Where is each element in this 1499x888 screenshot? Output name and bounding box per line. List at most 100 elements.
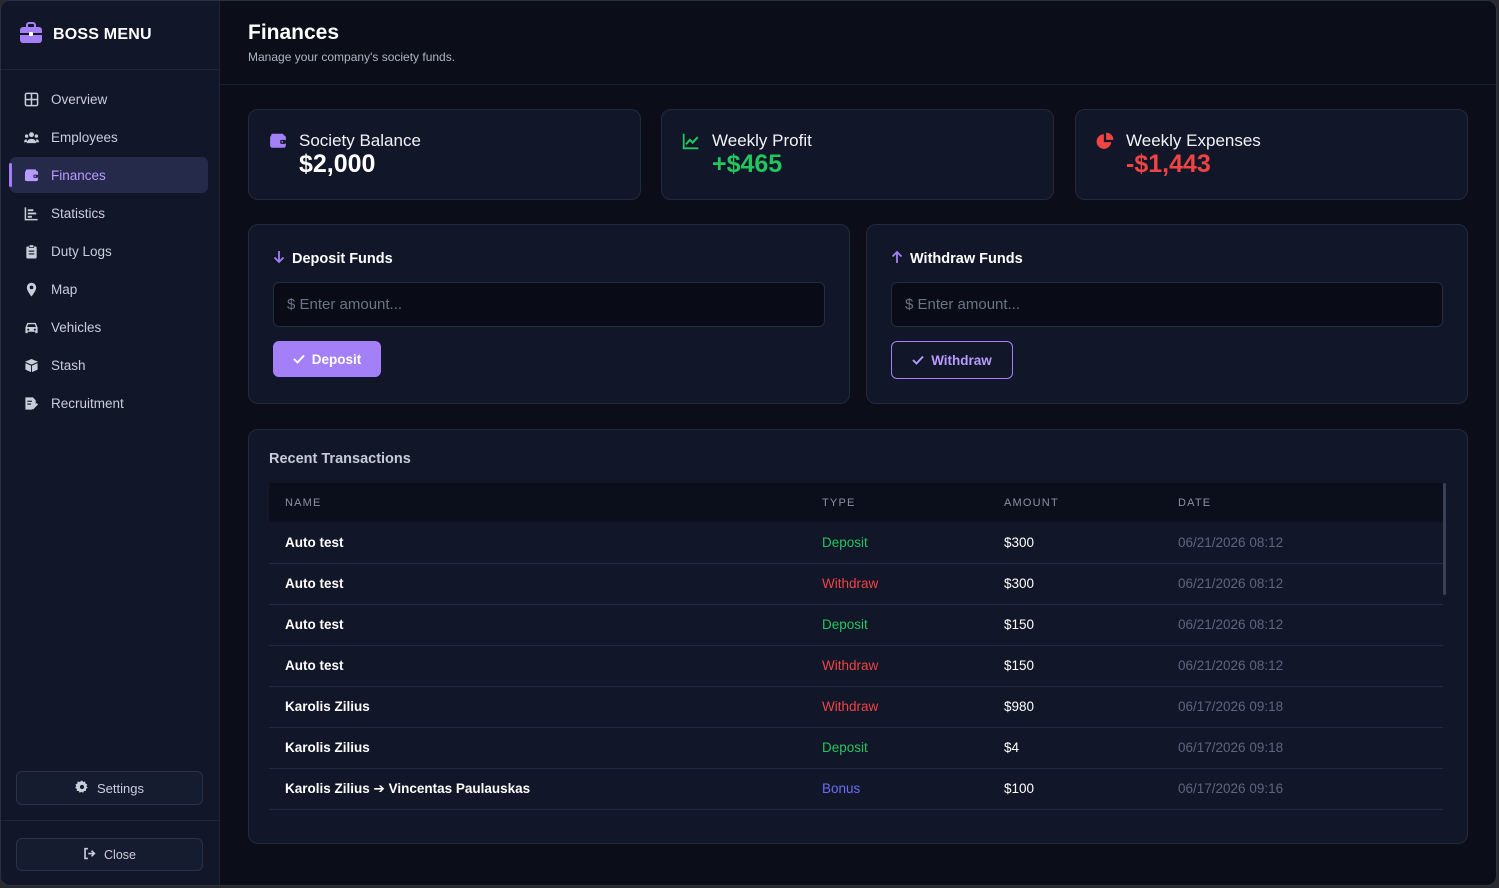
check-icon: [912, 353, 924, 368]
gear-icon: [75, 779, 89, 797]
column-header-name: NAME: [285, 496, 322, 509]
sidebar-item-label: Vehicles: [51, 319, 102, 335]
clipboard-icon: [23, 243, 39, 259]
sidebar-item-label: Duty Logs: [51, 243, 112, 259]
cell-amount: $150: [1004, 617, 1035, 632]
withdraw-title: Withdraw Funds: [891, 250, 1023, 268]
sidebar-item-employees[interactable]: Employees: [10, 119, 208, 155]
pie-chart-icon: [1096, 132, 1114, 150]
sidebar-item-label: Recruitment: [51, 395, 124, 411]
sidebar-item-vehicles[interactable]: Vehicles: [10, 309, 208, 345]
cell-date: 06/21/2026 08:12: [1178, 534, 1284, 550]
cell-type: Withdraw: [822, 658, 879, 673]
cell-amount: $150: [1004, 658, 1035, 673]
stat-value: +$465: [712, 150, 783, 178]
cell-date: 06/17/2026 09:18: [1178, 740, 1284, 755]
stat-label: Weekly Expenses: [1126, 131, 1261, 150]
sidebar-item-duty-logs[interactable]: Duty Logs: [10, 233, 208, 269]
column-header-date: DATE: [1178, 496, 1212, 509]
sidebar-item-stash[interactable]: Stash: [10, 347, 208, 383]
table-row: Auto test Withdraw $150 06/21/2026 08:12: [269, 645, 1443, 686]
cell-name: Auto test: [285, 534, 344, 550]
table-row: Karolis Zilius Withdraw $980 06/17/2026 …: [269, 686, 1443, 727]
map-pin-icon: [23, 281, 39, 297]
cell-date: 06/21/2026 08:12: [1178, 617, 1284, 632]
cell-name: Auto test: [285, 617, 344, 632]
file-signature-icon: [23, 395, 39, 411]
car-icon: [23, 319, 39, 335]
bar-chart-icon: [23, 205, 39, 221]
withdraw-button[interactable]: Withdraw: [891, 341, 1013, 379]
sidebar-item-label: Overview: [51, 91, 108, 107]
cell-date: 06/17/2026 09:16: [1178, 781, 1284, 796]
cell-type: Withdraw: [822, 576, 879, 591]
deposit-button-label: Deposit: [311, 351, 362, 367]
table-row: Auto test Withdraw $300 06/21/2026 08:12: [269, 563, 1443, 604]
stat-card-weekly-expenses: Weekly Expenses -$1,443: [1075, 109, 1468, 200]
stat-card-weekly-profit: Weekly Profit +$465: [661, 109, 1054, 200]
sidebar-item-label: Map: [51, 281, 78, 297]
sign-out-icon: [83, 847, 96, 863]
table-row: Karolis Zilius Deposit $4 06/17/2026 09:…: [269, 727, 1443, 768]
sidebar: BOSS MENU Overview Employees Finances St…: [1, 1, 220, 885]
cell-amount: $300: [1004, 534, 1035, 550]
deposit-button[interactable]: Deposit: [273, 341, 381, 377]
arrow-down-icon: [273, 250, 285, 268]
trend-up-icon: [682, 132, 700, 150]
table-scrollbar[interactable]: [1443, 483, 1446, 595]
withdraw-title-text: Withdraw Funds: [910, 251, 1023, 267]
settings-button[interactable]: Settings: [16, 771, 203, 805]
check-icon: [293, 352, 305, 367]
arrow-up-icon: [891, 250, 903, 268]
cell-type: Bonus: [822, 781, 861, 796]
box-icon: [23, 357, 39, 373]
column-header-type: TYPE: [822, 496, 856, 509]
cell-type: Deposit: [822, 534, 868, 550]
withdraw-amount-input[interactable]: [891, 282, 1443, 327]
sidebar-item-label: Finances: [51, 167, 106, 183]
stat-value: -$1,443: [1126, 150, 1211, 178]
recent-transactions-card: Recent Transactions NAME TYPE AMOUNT DAT…: [248, 429, 1468, 844]
cell-date: 06/21/2026 08:12: [1178, 658, 1284, 673]
sidebar-item-map[interactable]: Map: [10, 271, 208, 307]
transactions-table-scroll[interactable]: NAME TYPE AMOUNT DATE Auto test Deposit …: [269, 483, 1447, 813]
cell-amount: $300: [1004, 576, 1035, 591]
deposit-amount-input[interactable]: [273, 282, 825, 327]
sidebar-item-statistics[interactable]: Statistics: [10, 195, 208, 231]
cell-date: 06/17/2026 09:18: [1178, 699, 1284, 714]
brand: BOSS MENU: [1, 1, 219, 70]
sidebar-divider: [1, 820, 219, 821]
stat-label: Weekly Profit: [712, 131, 812, 150]
sidebar-item-label: Employees: [51, 129, 118, 145]
transactions-table: NAME TYPE AMOUNT DATE Auto test Deposit …: [269, 483, 1443, 810]
wallet-icon: [23, 167, 39, 183]
stat-value: $2,000: [299, 150, 376, 178]
table-row: Karolis Zilius ➔ Vincentas Paulauskas Bo…: [269, 768, 1443, 809]
briefcase-icon: [19, 21, 43, 49]
sidebar-item-overview[interactable]: Overview: [10, 81, 208, 117]
cell-amount: $980: [1004, 699, 1035, 714]
cell-name: Karolis Zilius ➔ Vincentas Paulauskas: [285, 780, 531, 796]
cell-name: Auto test: [285, 576, 344, 591]
transactions-title: Recent Transactions: [269, 451, 411, 467]
cell-name: Auto test: [285, 658, 344, 673]
table-header-row: NAME TYPE AMOUNT DATE: [269, 483, 1443, 522]
sidebar-item-finances[interactable]: Finances: [9, 157, 208, 193]
deposit-card: Deposit Funds Deposit: [248, 224, 850, 404]
brand-title: BOSS MENU: [53, 26, 152, 43]
cell-type: Withdraw: [822, 699, 879, 714]
page-subtitle: Manage your company's society funds.: [248, 50, 456, 64]
close-button[interactable]: Close: [16, 838, 203, 871]
stat-card-society-balance: Society Balance $2,000: [248, 109, 641, 200]
wallet-icon: [269, 132, 287, 150]
cell-name: Karolis Zilius: [285, 699, 370, 714]
grid-icon: [23, 91, 39, 107]
cell-name: Karolis Zilius: [285, 740, 370, 755]
cell-type: Deposit: [822, 740, 868, 755]
cell-type: Deposit: [822, 617, 868, 632]
cell-amount: $4: [1004, 740, 1020, 755]
sidebar-item-recruitment[interactable]: Recruitment: [10, 385, 208, 421]
column-header-amount: AMOUNT: [1004, 496, 1059, 509]
page-header: Finances Manage your company's society f…: [220, 1, 1496, 85]
sidebar-item-label: Statistics: [51, 205, 106, 221]
